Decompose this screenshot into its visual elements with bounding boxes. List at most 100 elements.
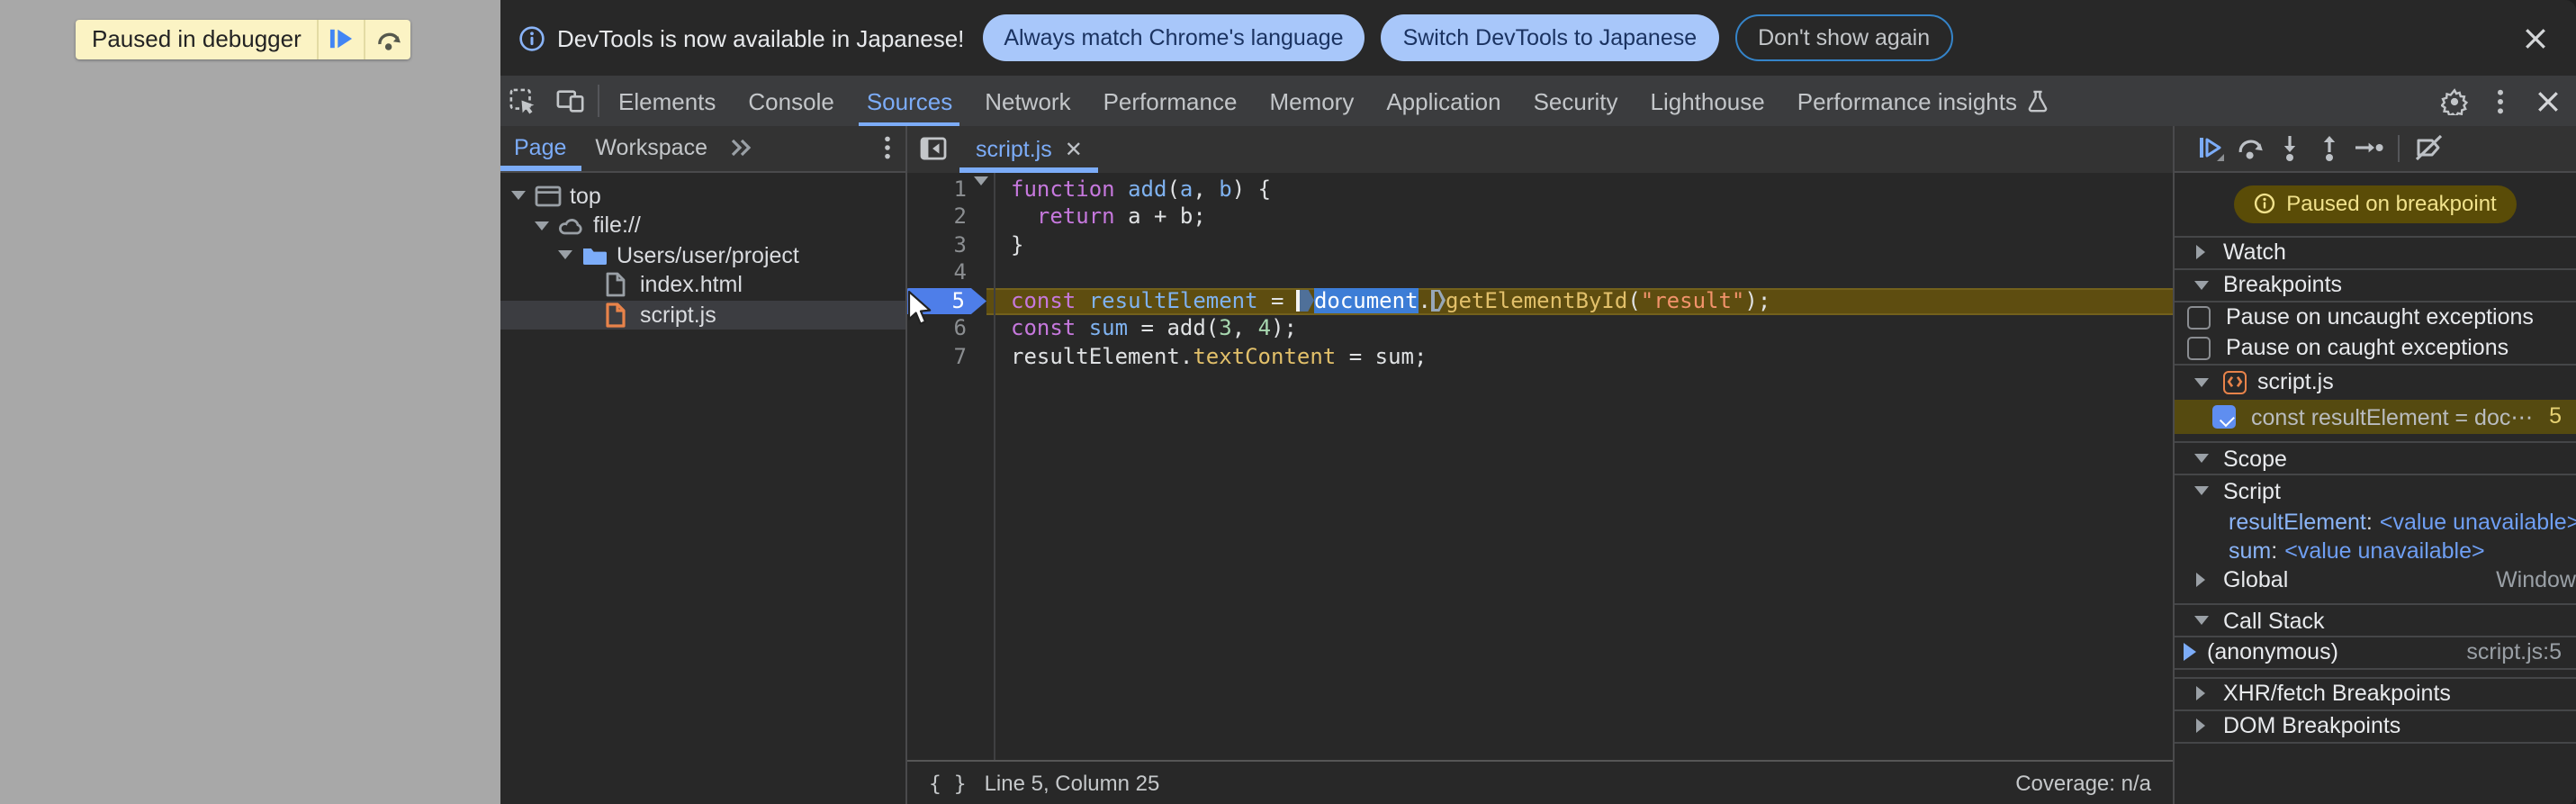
- code-line-5[interactable]: 5 const resultElement = document. getEleme…: [907, 287, 2173, 315]
- settings-gear-icon[interactable]: [2430, 76, 2477, 126]
- scope-variable-resultelement[interactable]: resultElement: <value unavailable>: [2175, 507, 2576, 536]
- tree-item-top[interactable]: top: [500, 181, 905, 211]
- line-number[interactable]: 4: [907, 259, 967, 287]
- device-toolbar-icon[interactable]: [546, 76, 593, 126]
- line-gutter[interactable]: 7: [907, 343, 993, 371]
- file-group-label: script.js: [2257, 369, 2334, 394]
- dont-show-again-button[interactable]: Don't show again: [1734, 14, 1954, 61]
- editor-tab-close-icon[interactable]: ✕: [1065, 137, 1083, 162]
- tree-item-index-html[interactable]: index.html: [500, 270, 905, 300]
- breakpoint-checkbox-icon[interactable]: [2212, 405, 2235, 428]
- tab-security[interactable]: Security: [1518, 76, 1635, 126]
- line-gutter[interactable]: 2: [907, 203, 993, 231]
- editor-tab-scriptjs[interactable]: script.js ✕: [959, 126, 1100, 172]
- expander-icon[interactable]: [2189, 245, 2212, 259]
- line-gutter[interactable]: 4: [907, 259, 993, 287]
- expander-icon[interactable]: [2189, 686, 2212, 700]
- tab-sources[interactable]: Sources: [851, 76, 968, 126]
- tab-lighthouse[interactable]: Lighthouse: [1635, 76, 1781, 126]
- expander-icon[interactable]: [530, 221, 554, 230]
- expander-icon[interactable]: [2189, 486, 2212, 496]
- section-global[interactable]: Global Window: [2175, 565, 2576, 596]
- scope-variable-sum[interactable]: sum: <value unavailable>: [2175, 536, 2576, 565]
- expander-icon[interactable]: [554, 250, 577, 260]
- tab-workspace[interactable]: Workspace: [581, 126, 722, 170]
- line-number[interactable]: 2: [907, 203, 967, 231]
- code-line-6[interactable]: 6 const sum = add(3, 4);: [907, 315, 2173, 343]
- resume-script-icon[interactable]: [317, 19, 365, 59]
- pretty-print-icon[interactable]: { }: [929, 770, 967, 795]
- checkbox-icon[interactable]: [2187, 306, 2210, 329]
- line-gutter[interactable]: 6: [907, 315, 993, 343]
- kebab-menu-icon[interactable]: [2477, 76, 2524, 126]
- expander-icon[interactable]: [2189, 377, 2212, 386]
- paused-in-debugger-label: Paused in debugger: [92, 25, 302, 52]
- line-gutter[interactable]: 3: [907, 231, 993, 259]
- section-dom-breakpoints[interactable]: DOM Breakpoints: [2175, 709, 2576, 743]
- line-number[interactable]: 1: [907, 176, 967, 203]
- inspect-icon[interactable]: [500, 76, 546, 126]
- execution-line-marker[interactable]: 5: [907, 288, 986, 314]
- tab-performance[interactable]: Performance: [1087, 76, 1254, 126]
- inline-breakpoint-marker[interactable]: [1431, 289, 1446, 312]
- line-number[interactable]: 6: [907, 315, 967, 343]
- section-xhr-fetch-breakpoints[interactable]: XHR/fetch Breakpoints: [2175, 676, 2576, 710]
- call-stack-frame[interactable]: (anonymous) script.js:5: [2175, 637, 2576, 669]
- always-match-language-button[interactable]: Always match Chrome's language: [982, 14, 1365, 61]
- tab-page[interactable]: Page: [500, 126, 581, 170]
- code-line-7[interactable]: 7 resultElement.textContent = sum;: [907, 343, 2173, 371]
- code-text: }: [993, 231, 2173, 259]
- expander-icon[interactable]: [507, 191, 530, 201]
- tree-item-script-js[interactable]: script.js: [500, 300, 905, 330]
- inline-breakpoint-marker-active[interactable]: [1299, 289, 1314, 312]
- devtools-close-icon[interactable]: [2524, 76, 2571, 126]
- navigator-kebab-menu-icon[interactable]: [869, 126, 905, 170]
- code-token: );: [1744, 287, 1771, 312]
- variable-value: <value unavailable>: [2284, 538, 2485, 563]
- code-line-4[interactable]: 4: [907, 259, 2173, 287]
- breakpoint-entry[interactable]: const resultElement = doc⋯ 5: [2175, 399, 2576, 434]
- section-scope[interactable]: Scope: [2175, 441, 2576, 475]
- code-editor[interactable]: 1 function add(a, b) {2 return a + b; 3} 4 5…: [907, 172, 2173, 759]
- code-text: return a + b;: [993, 203, 2173, 231]
- line-gutter[interactable]: 5: [907, 287, 993, 315]
- tab-memory[interactable]: Memory: [1253, 76, 1370, 126]
- step-over-icon[interactable]: [364, 19, 411, 59]
- expander-icon[interactable]: [2189, 616, 2212, 625]
- deactivate-breakpoints-icon[interactable]: [2409, 131, 2448, 167]
- breakpoint-file-group[interactable]: script.js: [2175, 365, 2576, 399]
- checkbox-pause-on-caught-exceptions[interactable]: Pause on caught exceptions: [2175, 333, 2576, 365]
- more-tabs-icon[interactable]: [722, 126, 761, 170]
- step-out-icon[interactable]: [2310, 131, 2349, 167]
- hide-navigator-icon[interactable]: [907, 126, 959, 172]
- line-number[interactable]: 3: [907, 231, 967, 259]
- step-over-icon[interactable]: [2230, 131, 2270, 167]
- section-call-stack[interactable]: Call Stack: [2175, 603, 2576, 637]
- step-icon[interactable]: [2349, 131, 2389, 167]
- section-watch[interactable]: Watch: [2175, 235, 2576, 269]
- tree-item-file[interactable]: file://: [500, 211, 905, 240]
- tab-elements[interactable]: Elements: [602, 76, 732, 126]
- checkbox-pause-on-uncaught-exceptions[interactable]: Pause on uncaught exceptions: [2175, 302, 2576, 333]
- expander-icon[interactable]: [2189, 718, 2212, 733]
- line-number[interactable]: 7: [907, 343, 967, 371]
- checkbox-icon[interactable]: [2187, 337, 2210, 359]
- tab-network[interactable]: Network: [968, 76, 1086, 126]
- step-into-icon[interactable]: [2270, 131, 2310, 167]
- tree-item-users-user-project[interactable]: Users/user/project: [500, 240, 905, 270]
- tab-performance-insights[interactable]: Performance insights: [1781, 76, 2064, 126]
- switch-to-japanese-button[interactable]: Switch DevTools to Japanese: [1381, 14, 1719, 61]
- section-script[interactable]: Script: [2175, 475, 2576, 507]
- tab-application[interactable]: Application: [1370, 76, 1517, 126]
- resume-script-execution-icon[interactable]: [2191, 131, 2230, 167]
- expander-icon[interactable]: [2189, 280, 2212, 289]
- code-line-3[interactable]: 3}: [907, 231, 2173, 259]
- expander-icon[interactable]: [2189, 454, 2212, 463]
- code-line-1[interactable]: 1 function add(a, b) {: [907, 176, 2173, 211]
- infobar-close-icon[interactable]: [2513, 26, 2558, 50]
- line-gutter[interactable]: 1: [907, 176, 993, 211]
- section-breakpoints[interactable]: Breakpoints: [2175, 267, 2576, 302]
- expander-icon[interactable]: [2189, 573, 2212, 588]
- code-line-2[interactable]: 2 return a + b;: [907, 203, 2173, 231]
- tab-console[interactable]: Console: [732, 76, 850, 126]
